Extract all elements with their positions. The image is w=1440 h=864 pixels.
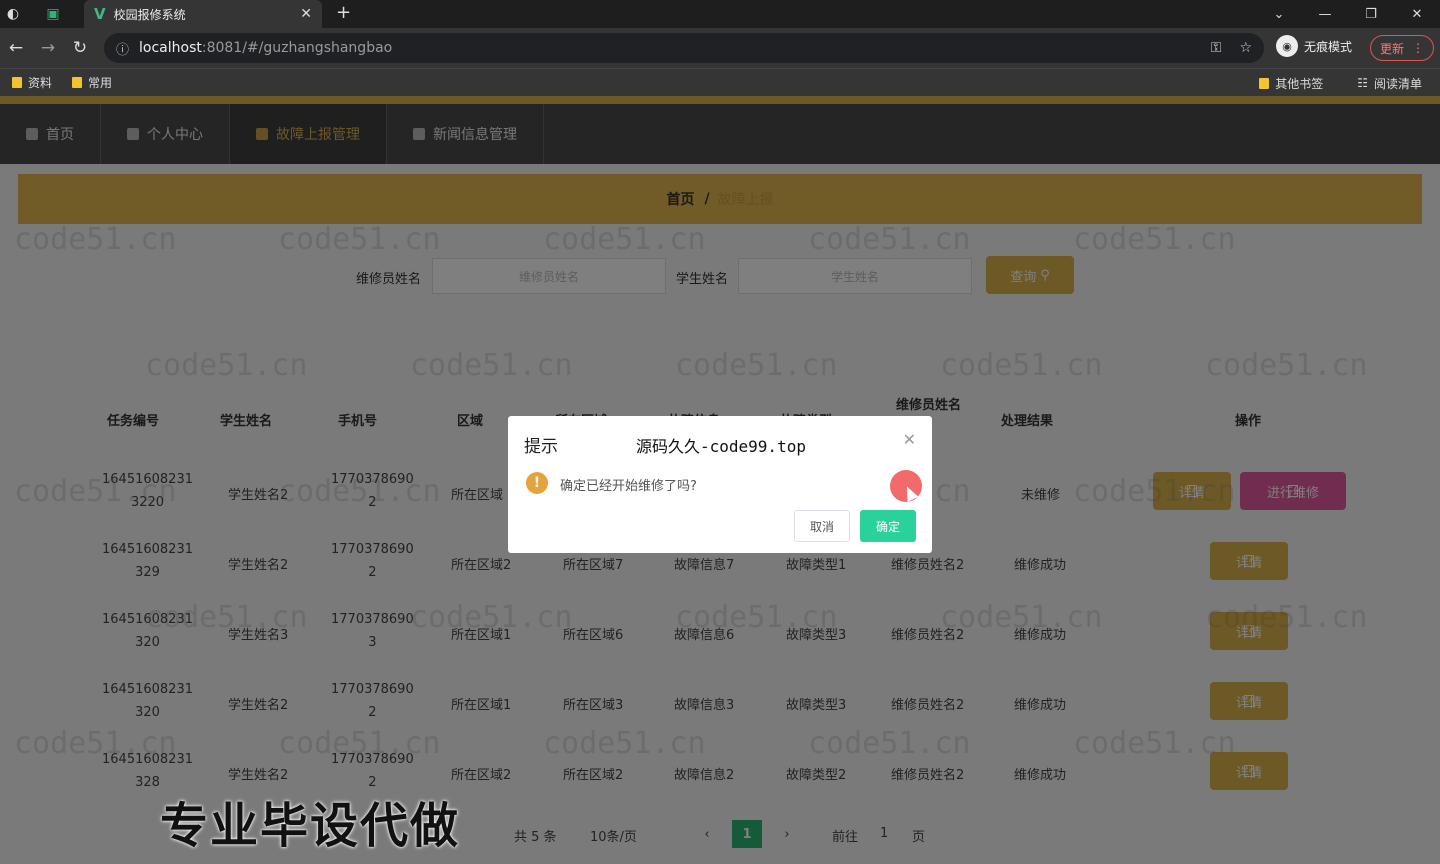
- pinned-tab-icon[interactable]: ▣: [40, 0, 66, 28]
- address-bar[interactable]: ⓘ localhost:8081/#/guzhangshangbao ⚿ ☆: [104, 33, 1264, 63]
- new-tab-icon[interactable]: +: [336, 2, 351, 23]
- folder-icon: [12, 77, 22, 88]
- minimize-icon[interactable]: —: [1302, 0, 1348, 28]
- bookmark-folder-0[interactable]: 资料: [12, 74, 52, 91]
- update-button[interactable]: 更新 ⋮: [1370, 35, 1434, 61]
- window-controls: ⌄ — ❐ ✕: [1256, 0, 1440, 28]
- dialog-message: 确定已经开始维修了吗?: [560, 479, 697, 494]
- bookmark-star-icon[interactable]: ☆: [1239, 40, 1252, 56]
- back-icon[interactable]: ←: [0, 28, 32, 68]
- close-icon[interactable]: ✕: [903, 430, 916, 449]
- forward-icon[interactable]: →: [32, 28, 64, 68]
- profile-label: 无痕模式: [1304, 39, 1353, 54]
- dialog-watermark-text: 源码久久-code99.top: [636, 437, 806, 456]
- restore-icon[interactable]: ❐: [1348, 0, 1394, 28]
- promo-overlay-text: 专业毕设代做: [160, 798, 461, 854]
- browser-toolbar: ← → ↻ ⓘ localhost:8081/#/guzhangshangbao…: [0, 28, 1440, 68]
- cancel-button[interactable]: 取消: [794, 510, 850, 542]
- password-key-icon[interactable]: ⚿: [1211, 40, 1222, 56]
- browser-tab-active[interactable]: V 校园报修系统 ✕: [84, 0, 322, 28]
- folder-icon: [72, 77, 83, 88]
- close-window-icon[interactable]: ✕: [1394, 0, 1440, 28]
- confirm-button[interactable]: 确定: [860, 510, 916, 542]
- reading-list[interactable]: ☷ 阅读清单: [1357, 75, 1422, 92]
- bookmark-label: 常用: [88, 76, 113, 90]
- browser-tab-bar: ◐ ▣ V 校园报修系统 ✕ + ⌄ — ❐ ✕: [0, 0, 1440, 28]
- bookmark-label: 资料: [28, 76, 53, 90]
- reload-icon[interactable]: ↻: [64, 28, 96, 68]
- dialog-title: 提示: [524, 437, 558, 457]
- warning-icon: !: [526, 472, 548, 494]
- url-host: localhost: [139, 40, 202, 56]
- reading-list-icon: ☷: [1357, 76, 1368, 90]
- incognito-profile[interactable]: ◉ 无痕模式: [1276, 35, 1352, 57]
- confirm-dialog: 提示 源码久久-code99.top ✕ ! 确定已经开始维修了吗? 取消 确定: [508, 416, 932, 553]
- tab-close-icon[interactable]: ✕: [300, 6, 312, 22]
- incognito-icon: ◉: [1276, 35, 1298, 57]
- update-label: 更新: [1379, 41, 1404, 56]
- bookmark-label: 其他书签: [1275, 76, 1324, 91]
- bookmark-folder-1[interactable]: 常用: [72, 74, 112, 91]
- tab-title: 校园报修系统: [113, 7, 186, 22]
- url-path: :8081/#/guzhangshangbao: [201, 40, 393, 56]
- site-info-icon[interactable]: ⓘ: [116, 39, 129, 58]
- other-bookmarks[interactable]: 其他书签: [1259, 75, 1323, 92]
- folder-icon: [1259, 77, 1270, 89]
- vue-logo-icon: V: [94, 5, 106, 23]
- bookmark-label: 阅读清单: [1373, 76, 1422, 91]
- browser-menu-icon[interactable]: ◐: [0, 0, 26, 28]
- more-menu-icon: ⋮: [1412, 41, 1424, 55]
- bookmarks-bar: 资料 常用 其他书签 ☷ 阅读清单: [0, 68, 1440, 96]
- tab-search-icon[interactable]: ⌄: [1256, 0, 1302, 28]
